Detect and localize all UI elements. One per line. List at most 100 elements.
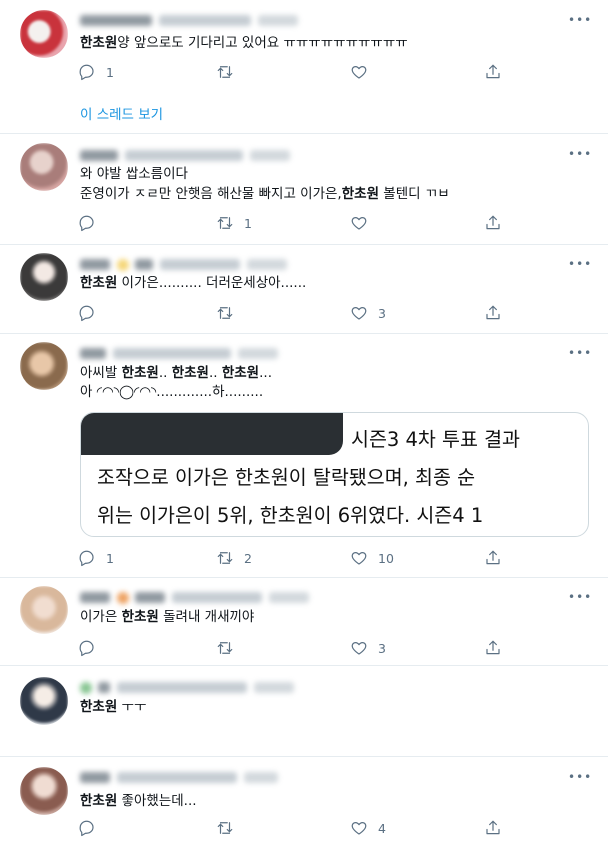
tweet-1[interactable]: ••• 한초원양 앞으로도 기다리고 있어요 ㅠㅠㅠㅠㅠㅠㅠㅠㅠㅠ 1 이 스레…: [0, 0, 608, 133]
reply-icon: [79, 215, 94, 232]
tweet-author-header[interactable]: [80, 767, 380, 785]
like-button[interactable]: [350, 62, 368, 82]
tweet-5[interactable]: ••• 이가은 한초원 돌려내 개새끼야 3: [0, 578, 608, 665]
text-segment: ..: [208, 365, 222, 381]
like-button[interactable]: 3: [350, 638, 386, 658]
card-line-3: 위는 이가은이 5위, 한초원이 6위였다. 시즌4 1: [97, 504, 484, 527]
avatar[interactable]: [20, 767, 68, 815]
reply-button[interactable]: [78, 818, 96, 838]
share-button[interactable]: [484, 213, 502, 233]
reply-button[interactable]: 1: [78, 62, 114, 82]
share-button[interactable]: [484, 638, 502, 658]
avatar[interactable]: [20, 253, 68, 301]
text-segment: 준영이가 ㅈㄹ만 안햇음 해산물 빠지고 이가은,: [80, 186, 342, 202]
card-line-2: 조작으로 이가은 한초원이 탈락됐으며, 최종 순: [97, 466, 476, 489]
tweet-text: 한초원 좋아했는데...: [80, 792, 197, 811]
retweet-button[interactable]: [216, 638, 234, 658]
tweet-text: 한초원 이가은.......... 더러운세상아......: [80, 274, 306, 293]
share-icon: [486, 640, 500, 655]
like-button[interactable]: 4: [350, 818, 386, 838]
tweet-text: 한초원 ㅜㅜ: [80, 698, 146, 717]
text-segment: 볼텐디 ㄲㅂ: [379, 186, 450, 202]
keyword-highlight: 한초원: [171, 365, 209, 381]
share-button[interactable]: [484, 303, 502, 323]
avatar[interactable]: [20, 143, 68, 191]
like-count: 3: [378, 305, 386, 321]
tweet-author-header[interactable]: [80, 10, 380, 28]
tweet-3[interactable]: ••• 한초원 이가은.......... 더러운세상아...... 3: [0, 245, 608, 333]
reply-count: 1: [106, 550, 114, 566]
show-thread-link[interactable]: 이 스레드 보기: [80, 103, 163, 123]
retweet-icon: [217, 642, 233, 654]
share-icon: [486, 64, 500, 79]
tweet-actions: 3: [78, 638, 508, 658]
tweet-author-header[interactable]: [80, 587, 380, 605]
card-line-1: 시즌3 4차 투표 결과: [351, 428, 520, 451]
tweet-author-header[interactable]: [80, 677, 380, 695]
tweet-7[interactable]: ••• 한초원 좋아했는데... 4: [0, 757, 608, 853]
reply-icon: [79, 640, 94, 657]
retweet-button[interactable]: 2: [216, 548, 252, 568]
like-icon: [351, 822, 367, 835]
retweet-button[interactable]: [216, 303, 234, 323]
more-icon[interactable]: •••: [568, 148, 591, 160]
share-button[interactable]: [484, 62, 502, 82]
retweet-count: 2: [244, 550, 252, 566]
more-icon[interactable]: •••: [568, 258, 591, 270]
tweet-6[interactable]: 한초원 ㅜㅜ: [0, 666, 608, 756]
tweet-actions: 3: [78, 303, 508, 323]
reply-button[interactable]: [78, 303, 96, 323]
tweet-text-line1: 와 야발 쌉소름이다: [80, 166, 188, 182]
more-icon[interactable]: •••: [568, 591, 591, 603]
share-button[interactable]: [484, 548, 502, 568]
share-icon: [486, 305, 500, 320]
image-card[interactable]: 시즌3 4차 투표 결과 조작으로 이가은 한초원이 탈락됐으며, 최종 순 위…: [80, 412, 589, 537]
reply-icon: [79, 550, 94, 567]
like-button[interactable]: 3: [350, 303, 386, 323]
tweet-text-line2: 아 ◜◠◝◯◜◠◝.............하.........: [80, 384, 264, 400]
retweet-button[interactable]: 1: [216, 213, 252, 233]
tweet-author-header[interactable]: [80, 254, 380, 272]
reply-icon: [79, 820, 94, 837]
share-icon: [486, 215, 500, 230]
tweet-2[interactable]: ••• 와 야발 쌉소름이다 준영이가 ㅈㄹ만 안햇음 해산물 빠지고 이가은,…: [0, 134, 608, 244]
text-segment: 이가은.......... 더러운세상아......: [117, 275, 307, 291]
tweet-author-header[interactable]: [80, 343, 380, 361]
text-segment: ..: [158, 365, 172, 381]
like-button[interactable]: [350, 213, 368, 233]
share-icon: [486, 550, 500, 565]
tweet-text: 이가은 한초원 돌려내 개새끼야: [80, 608, 254, 627]
like-count: 3: [378, 640, 386, 656]
like-icon: [351, 66, 367, 79]
keyword-highlight: 한초원: [80, 793, 118, 809]
tweet-actions: 4: [78, 818, 508, 838]
retweet-button[interactable]: [216, 62, 234, 82]
reply-icon: [79, 64, 94, 81]
avatar[interactable]: [20, 677, 68, 725]
keyword-highlight: 한초원: [221, 365, 260, 381]
text-segment: 좋아했는데...: [117, 793, 197, 809]
like-button[interactable]: 10: [350, 548, 394, 568]
avatar[interactable]: [20, 342, 68, 390]
retweet-button[interactable]: [216, 818, 234, 838]
keyword-highlight: 한초원: [121, 609, 159, 625]
reply-icon: [79, 305, 94, 322]
more-icon[interactable]: •••: [568, 347, 591, 359]
tweet-text: 준영이가 ㅈㄹ만 안햇음 해산물 빠지고 이가은,한초원 볼텐디 ㄲㅂ: [80, 185, 450, 204]
reply-button[interactable]: [78, 213, 96, 233]
like-count: 4: [378, 820, 386, 836]
text-segment: 양 앞으로도 기다리고 있어요 ㅠㅠㅠㅠㅠㅠㅠㅠㅠㅠ: [117, 35, 408, 51]
avatar[interactable]: [20, 586, 68, 634]
reply-button[interactable]: 1: [78, 548, 114, 568]
share-button[interactable]: [484, 818, 502, 838]
more-icon[interactable]: •••: [568, 14, 591, 26]
avatar[interactable]: [20, 10, 68, 58]
tweet-author-header[interactable]: [80, 145, 380, 163]
reply-button[interactable]: [78, 638, 96, 658]
more-icon[interactable]: •••: [568, 771, 591, 783]
text-segment: 돌려내 개새끼야: [158, 609, 255, 625]
tweet-4[interactable]: ••• 아씨발 한초원.. 한초원.. 한초원... 아 ◜◠◝◯◜◠◝....…: [0, 334, 608, 577]
like-icon: [351, 307, 367, 320]
like-icon: [351, 642, 367, 655]
tweet-actions: 1 2 10: [78, 548, 508, 568]
